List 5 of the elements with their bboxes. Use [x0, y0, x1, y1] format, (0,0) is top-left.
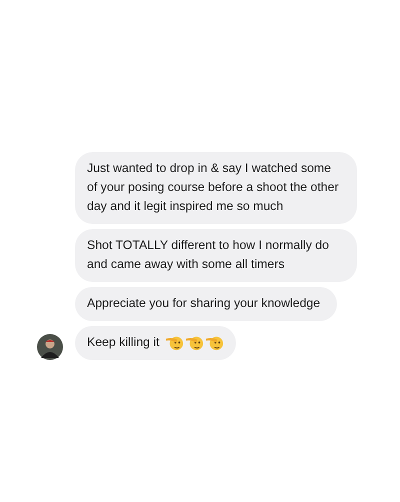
message-text: Shot TOTALLY different to how I normally do and came away with some all timers: [87, 237, 330, 273]
message-text: Just wanted to drop in & say I watched some of your posing course before a shoot the other day and it legit inspired me so much: [87, 160, 340, 215]
message-text: Appreciate you for sharing your knowledge: [87, 295, 320, 312]
message-text: Keep killing it: [87, 334, 160, 351]
avatar[interactable]: [37, 334, 63, 360]
